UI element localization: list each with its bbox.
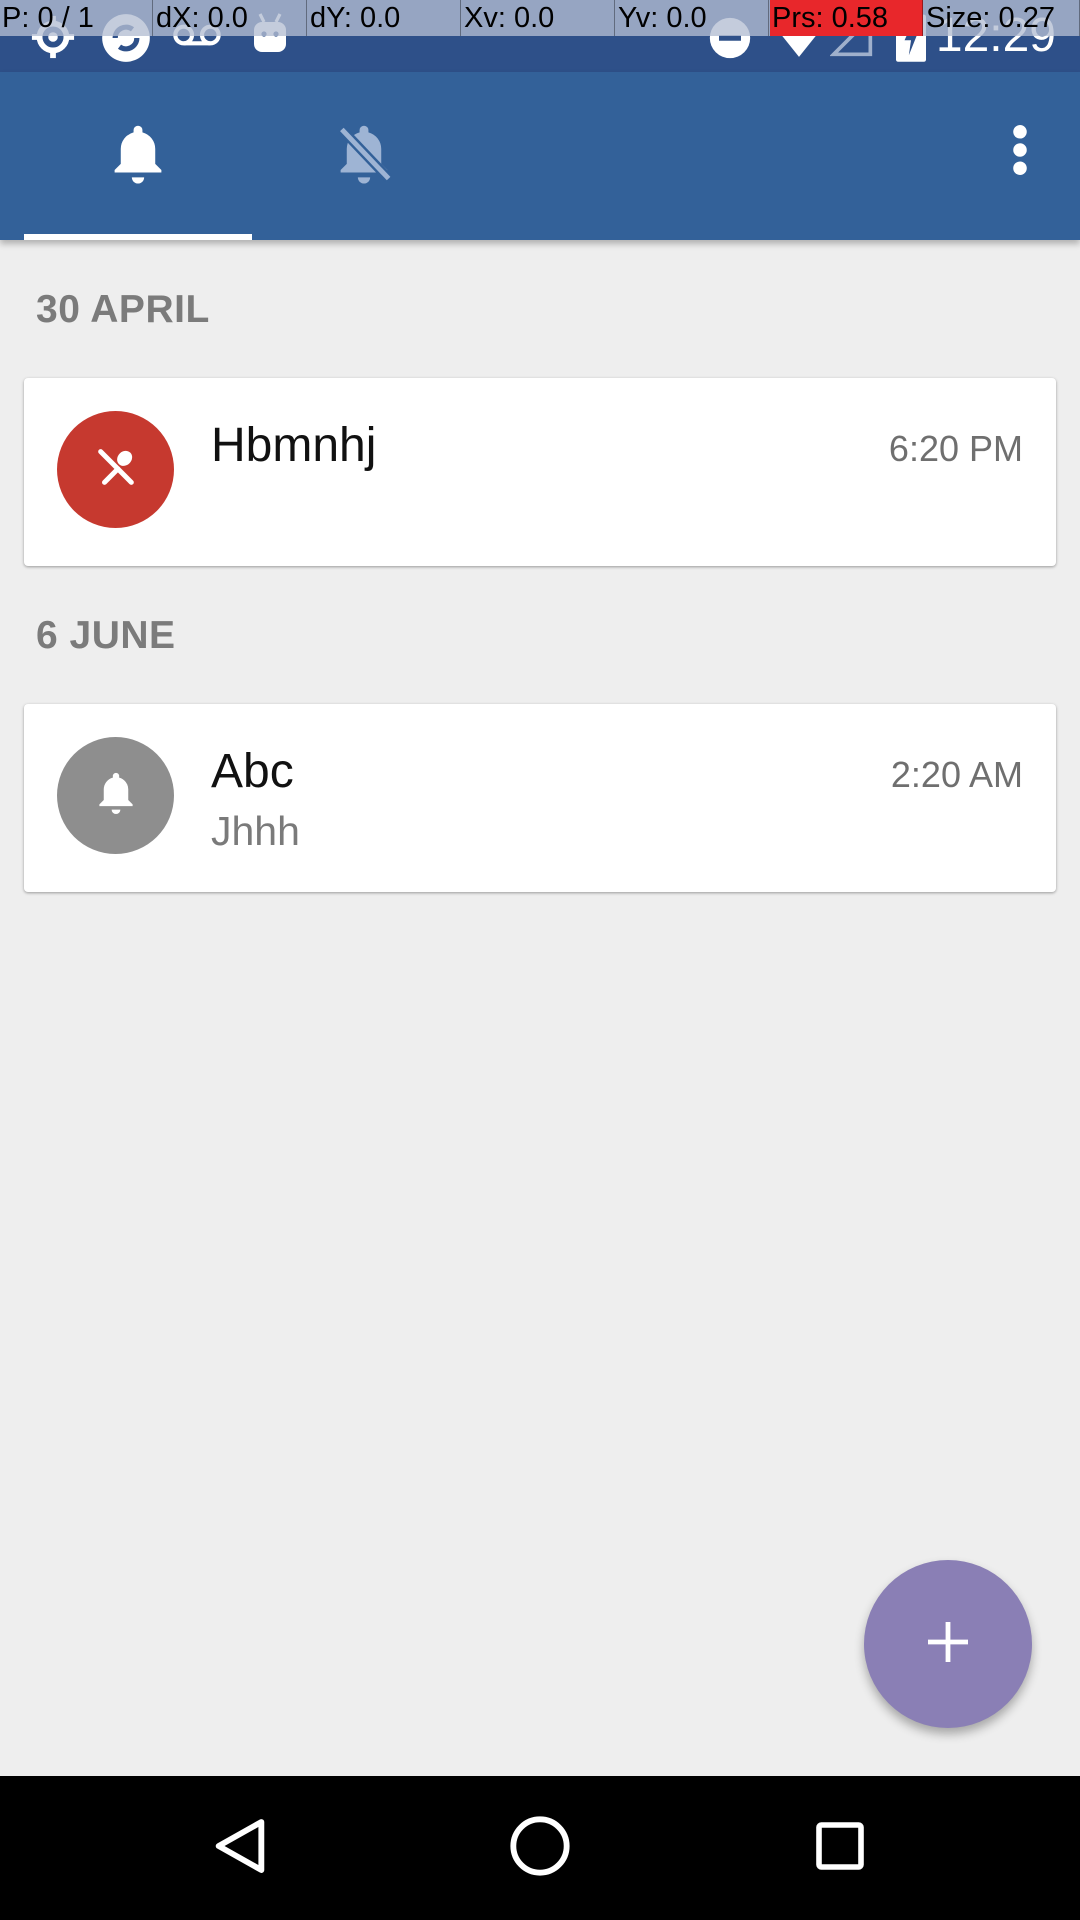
reminder-time: 2:20 AM	[890, 754, 1023, 795]
section-header: 6 JUNE	[36, 614, 176, 657]
navigation-bar	[0, 1776, 1080, 1920]
reminder-time: 6:20 PM	[888, 428, 1023, 469]
reminder-avatar	[57, 411, 174, 528]
debug-xv: Xv: 0.0	[462, 0, 615, 36]
recents-button[interactable]	[804, 1812, 876, 1884]
plus-icon	[924, 1618, 972, 1671]
bell-icon	[108, 122, 168, 191]
debug-dy: dY: 0.0	[308, 0, 461, 36]
more-options-button[interactable]	[984, 102, 1056, 202]
debug-pressure: Prs: 0.58	[770, 0, 923, 36]
tab-active-reminders[interactable]	[24, 72, 252, 240]
back-icon	[208, 1814, 272, 1883]
more-vert-icon	[1012, 124, 1028, 181]
add-reminder-button[interactable]	[864, 1560, 1032, 1728]
fork-spoon-icon	[93, 444, 139, 495]
reminder-subtitle: Jhhh	[211, 808, 300, 854]
bell-off-icon	[334, 122, 394, 191]
section-header: 30 APRIL	[36, 288, 210, 331]
reminder-title: Abc	[211, 745, 294, 798]
reminder-avatar	[57, 737, 174, 854]
bell-icon	[95, 770, 137, 821]
tab-muted-reminders[interactable]	[250, 72, 478, 240]
tab-indicator	[24, 234, 252, 240]
reminder-card[interactable]: Abc Jhhh 2:20 AM	[24, 704, 1056, 892]
app-bar	[0, 72, 1080, 240]
pointer-location-overlay: P: 0 / 1 dX: 0.0 dY: 0.0 Xv: 0.0 Yv: 0.0…	[0, 0, 1080, 36]
debug-size: Size: 0.27	[924, 0, 1080, 36]
debug-dx: dX: 0.0	[154, 0, 307, 36]
reminder-title: Hbmnhj	[211, 419, 377, 472]
back-button[interactable]	[204, 1812, 276, 1884]
debug-yv: Yv: 0.0	[616, 0, 769, 36]
home-icon	[508, 1814, 572, 1883]
reminder-card[interactable]: Hbmnhj 6:20 PM	[24, 378, 1056, 566]
screen: 12:29 P: 0 / 1 dX: 0.0 dY: 0.0 Xv: 0.0 Y…	[0, 0, 1080, 1920]
home-button[interactable]	[504, 1812, 576, 1884]
recents-icon	[812, 1818, 868, 1879]
debug-pointer: P: 0 / 1	[0, 0, 153, 36]
